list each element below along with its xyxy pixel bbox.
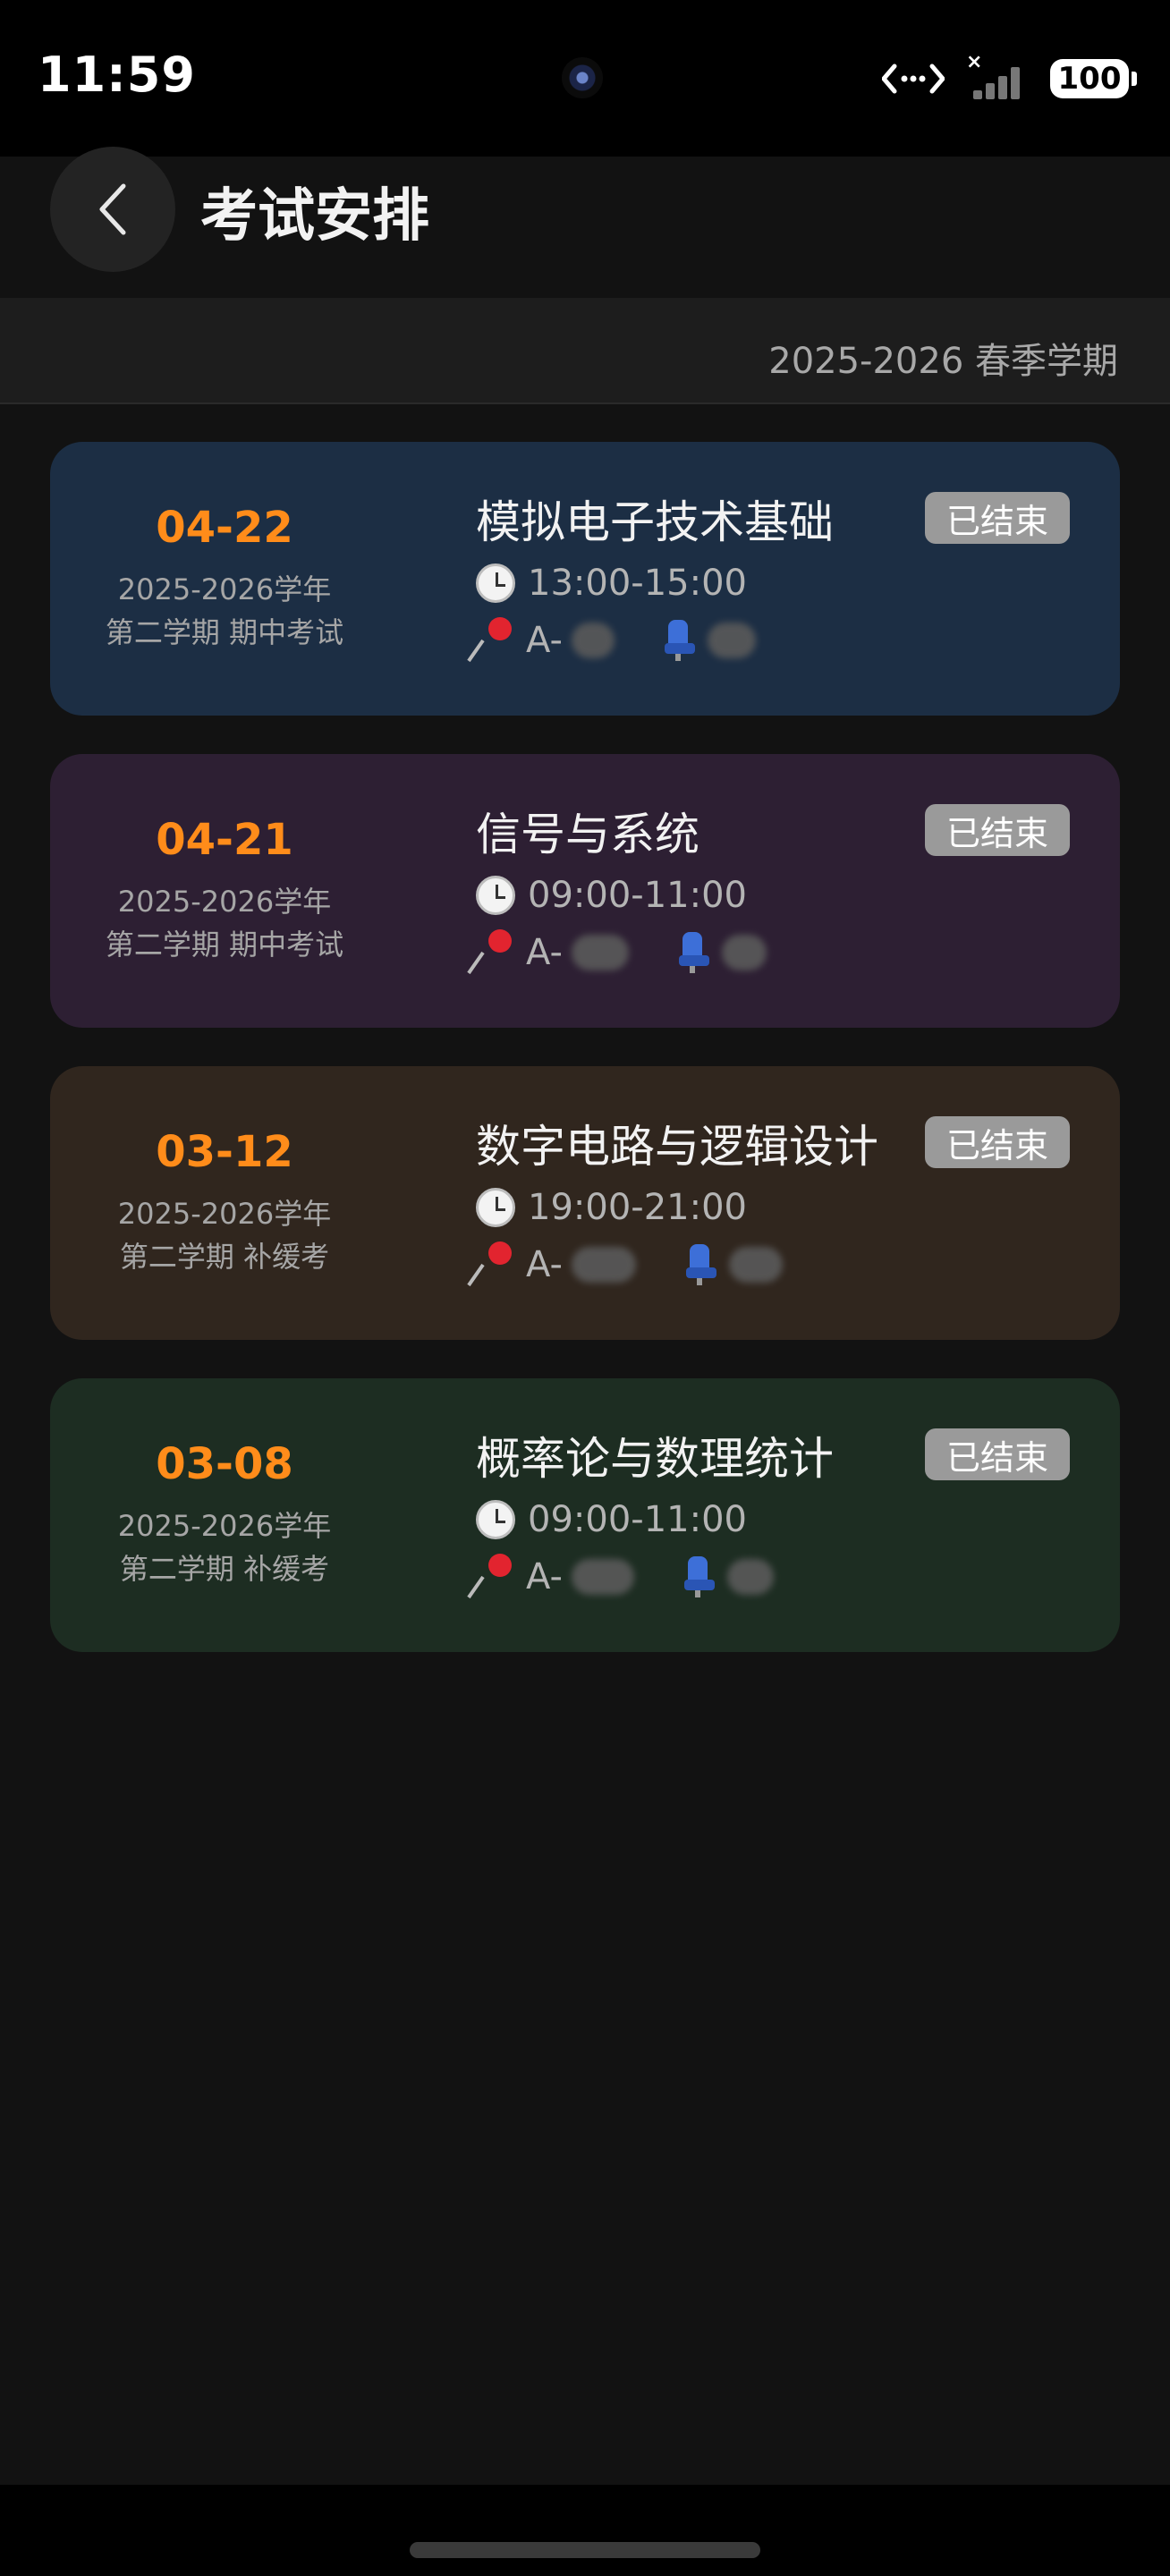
home-indicator[interactable] bbox=[410, 2542, 760, 2558]
exam-time-row: 09:00-11:00 bbox=[476, 1499, 747, 1540]
battery-icon: 100 bbox=[1050, 59, 1137, 98]
term-bar: 2025-2026 春季学期 bbox=[0, 298, 1170, 404]
seat-icon bbox=[663, 620, 699, 661]
exam-card[interactable]: 04-22 2025-2026学年 第二学期 期中考试 模拟电子技术基础 已结束… bbox=[50, 442, 1120, 716]
data-transfer-icon bbox=[882, 64, 945, 94]
seat-icon bbox=[684, 1244, 720, 1285]
back-button[interactable] bbox=[50, 147, 175, 272]
clock-icon bbox=[476, 1188, 515, 1227]
clock-icon bbox=[476, 564, 515, 603]
exam-time: 09:00-11:00 bbox=[528, 1499, 747, 1540]
exam-time: 13:00-15:00 bbox=[528, 563, 747, 604]
exam-type: 第二学期 补缓考 bbox=[119, 1552, 330, 1586]
redacted-seat bbox=[721, 935, 767, 970]
signal-icon: × bbox=[966, 51, 1029, 99]
redacted-seat bbox=[726, 1559, 774, 1595]
redacted-room bbox=[571, 1559, 634, 1595]
status-badge: 已结束 bbox=[924, 1116, 1070, 1168]
term-selector[interactable]: 2025-2026 春季学期 bbox=[768, 332, 1118, 384]
course-name: 概率论与数理统计 bbox=[476, 1433, 834, 1485]
exam-location-row: A- bbox=[467, 929, 767, 976]
status-icons: × 100 bbox=[882, 51, 1137, 102]
exam-year: 2025-2026学年 bbox=[117, 1197, 332, 1231]
exam-date: 04-22 bbox=[156, 503, 293, 553]
page-title: 考试安排 bbox=[200, 183, 429, 250]
camera-dot-icon bbox=[562, 57, 603, 98]
exam-date-column: 04-22 2025-2026学年 第二学期 期中考试 bbox=[50, 442, 399, 716]
exam-list: 04-22 2025-2026学年 第二学期 期中考试 模拟电子技术基础 已结束… bbox=[50, 442, 1120, 1690]
exam-location-row: A- bbox=[467, 1241, 783, 1288]
seat-icon bbox=[677, 932, 713, 973]
exam-date: 03-12 bbox=[156, 1127, 293, 1177]
exam-location: A- bbox=[526, 1556, 563, 1597]
exam-location-row: A- bbox=[467, 617, 756, 664]
exam-time-row: 13:00-15:00 bbox=[476, 563, 747, 604]
clock-icon bbox=[476, 876, 515, 915]
exam-time-row: 19:00-21:00 bbox=[476, 1187, 747, 1228]
clock-icon bbox=[476, 1500, 515, 1539]
battery-level: 100 bbox=[1057, 61, 1122, 97]
status-time: 11:59 bbox=[38, 47, 196, 103]
exam-location: A- bbox=[526, 932, 563, 973]
exam-card[interactable]: 03-08 2025-2026学年 第二学期 补缓考 概率论与数理统计 已结束 … bbox=[50, 1378, 1120, 1652]
status-badge: 已结束 bbox=[924, 492, 1070, 544]
exam-date-column: 03-08 2025-2026学年 第二学期 补缓考 bbox=[50, 1378, 399, 1652]
exam-year: 2025-2026学年 bbox=[117, 1509, 332, 1543]
redacted-room bbox=[571, 935, 629, 970]
course-name: 信号与系统 bbox=[476, 809, 699, 860]
exam-time: 09:00-11:00 bbox=[528, 875, 747, 916]
pin-icon bbox=[467, 617, 517, 664]
exam-time: 19:00-21:00 bbox=[528, 1187, 747, 1228]
exam-date: 04-21 bbox=[156, 815, 293, 865]
gesture-nav-area bbox=[0, 2485, 1170, 2576]
course-name: 数字电路与逻辑设计 bbox=[476, 1121, 878, 1173]
exam-type: 第二学期 补缓考 bbox=[119, 1240, 330, 1274]
redacted-seat bbox=[728, 1247, 783, 1283]
status-badge: 已结束 bbox=[924, 1428, 1070, 1480]
exam-year: 2025-2026学年 bbox=[117, 885, 332, 919]
exam-date: 03-08 bbox=[156, 1439, 293, 1489]
exam-location-row: A- bbox=[467, 1554, 774, 1600]
exam-date-column: 04-21 2025-2026学年 第二学期 期中考试 bbox=[50, 754, 399, 1028]
status-badge: 已结束 bbox=[924, 804, 1070, 856]
exam-type: 第二学期 期中考试 bbox=[105, 928, 344, 962]
exam-time-row: 09:00-11:00 bbox=[476, 875, 747, 916]
redacted-seat bbox=[707, 623, 756, 658]
status-bar: 11:59 × 100 bbox=[0, 0, 1170, 157]
exam-year: 2025-2026学年 bbox=[117, 572, 332, 606]
seat-icon bbox=[682, 1556, 718, 1597]
exam-card[interactable]: 04-21 2025-2026学年 第二学期 期中考试 信号与系统 已结束 09… bbox=[50, 754, 1120, 1028]
chevron-left-icon bbox=[99, 183, 126, 235]
redacted-room bbox=[571, 623, 615, 658]
pin-icon bbox=[467, 929, 517, 976]
exam-type: 第二学期 期中考试 bbox=[105, 615, 344, 649]
pin-icon bbox=[467, 1554, 517, 1600]
redacted-room bbox=[571, 1247, 636, 1283]
exam-location: A- bbox=[526, 620, 563, 661]
exam-date-column: 03-12 2025-2026学年 第二学期 补缓考 bbox=[50, 1066, 399, 1340]
course-name: 模拟电子技术基础 bbox=[476, 496, 834, 548]
exam-location: A- bbox=[526, 1244, 563, 1285]
exam-card[interactable]: 03-12 2025-2026学年 第二学期 补缓考 数字电路与逻辑设计 已结束… bbox=[50, 1066, 1120, 1340]
pin-icon bbox=[467, 1241, 517, 1288]
